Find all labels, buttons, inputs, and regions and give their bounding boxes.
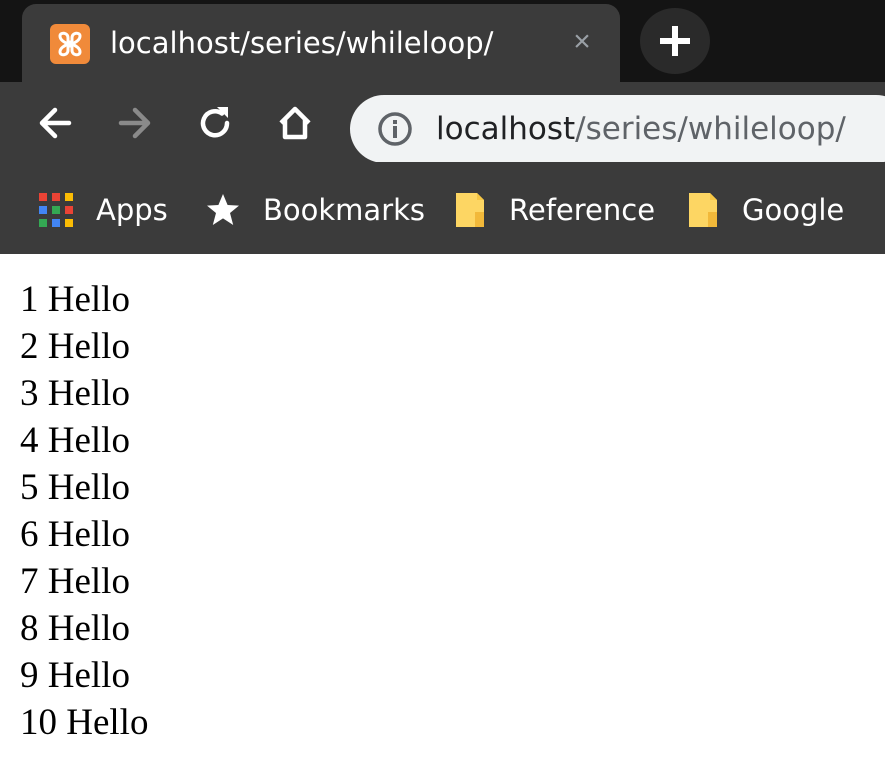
url-path: /series/whileloop/ — [575, 111, 846, 147]
reload-button[interactable] — [190, 98, 240, 148]
tab-strip: localhost/series/whileloop/ × — [0, 0, 885, 82]
bookmark-apps[interactable]: Apps — [38, 190, 168, 230]
info-icon[interactable] — [376, 110, 414, 148]
apps-grid-icon — [39, 193, 73, 227]
plus-icon — [660, 26, 690, 56]
home-button[interactable] — [270, 98, 320, 148]
bookmark-label: Reference — [509, 193, 656, 227]
output-line: 8 Hello — [20, 608, 130, 649]
bookmark-label: Google — [742, 193, 845, 227]
forward-button[interactable] — [110, 98, 160, 148]
output-line: 4 Hello — [20, 420, 130, 461]
output-line: 3 Hello — [20, 373, 130, 414]
browser-chrome: localhost/series/whileloop/ × localhost/… — [0, 0, 885, 254]
folder-icon — [689, 193, 717, 227]
arrow-right-icon — [118, 107, 151, 139]
output-line: 1 Hello — [20, 279, 130, 320]
output-line: 9 Hello — [20, 655, 130, 696]
close-tab-icon[interactable]: × — [562, 22, 602, 62]
bookmark-bookmarks[interactable]: Bookmarks — [205, 190, 425, 230]
home-icon — [279, 106, 311, 140]
url-host: localhost — [436, 111, 576, 147]
output-line: 7 Hello — [20, 561, 130, 602]
folder-icon — [456, 193, 484, 227]
bookmark-label: Bookmarks — [263, 193, 426, 227]
output-line: 5 Hello — [20, 467, 130, 508]
output-line: 6 Hello — [20, 514, 130, 555]
bookmarks-bar: Apps Bookmarks Reference Google — [0, 162, 885, 254]
output-line: 2 Hello — [20, 326, 130, 367]
star-icon — [207, 194, 239, 225]
bookmark-google[interactable]: Google — [686, 190, 844, 230]
url-text: localhost/series/whileloop/ — [436, 111, 846, 147]
active-tab[interactable]: localhost/series/whileloop/ × — [22, 4, 620, 82]
output-line: 10 Hello — [20, 702, 149, 743]
reload-icon — [200, 107, 230, 138]
page-content: 1 Hello 2 Hello 3 Hello 4 Hello 5 Hello … — [20, 276, 148, 746]
bookmark-reference[interactable]: Reference — [453, 190, 655, 230]
toolbar: localhost/series/whileloop/ — [0, 82, 885, 163]
xampp-icon — [50, 24, 90, 64]
address-bar[interactable]: localhost/series/whileloop/ — [350, 95, 885, 163]
bookmark-label: Apps — [96, 193, 168, 227]
new-tab-button[interactable] — [640, 8, 710, 74]
tab-title: localhost/series/whileloop/ — [110, 26, 494, 60]
back-button[interactable] — [30, 98, 80, 148]
arrow-left-icon — [39, 107, 72, 139]
